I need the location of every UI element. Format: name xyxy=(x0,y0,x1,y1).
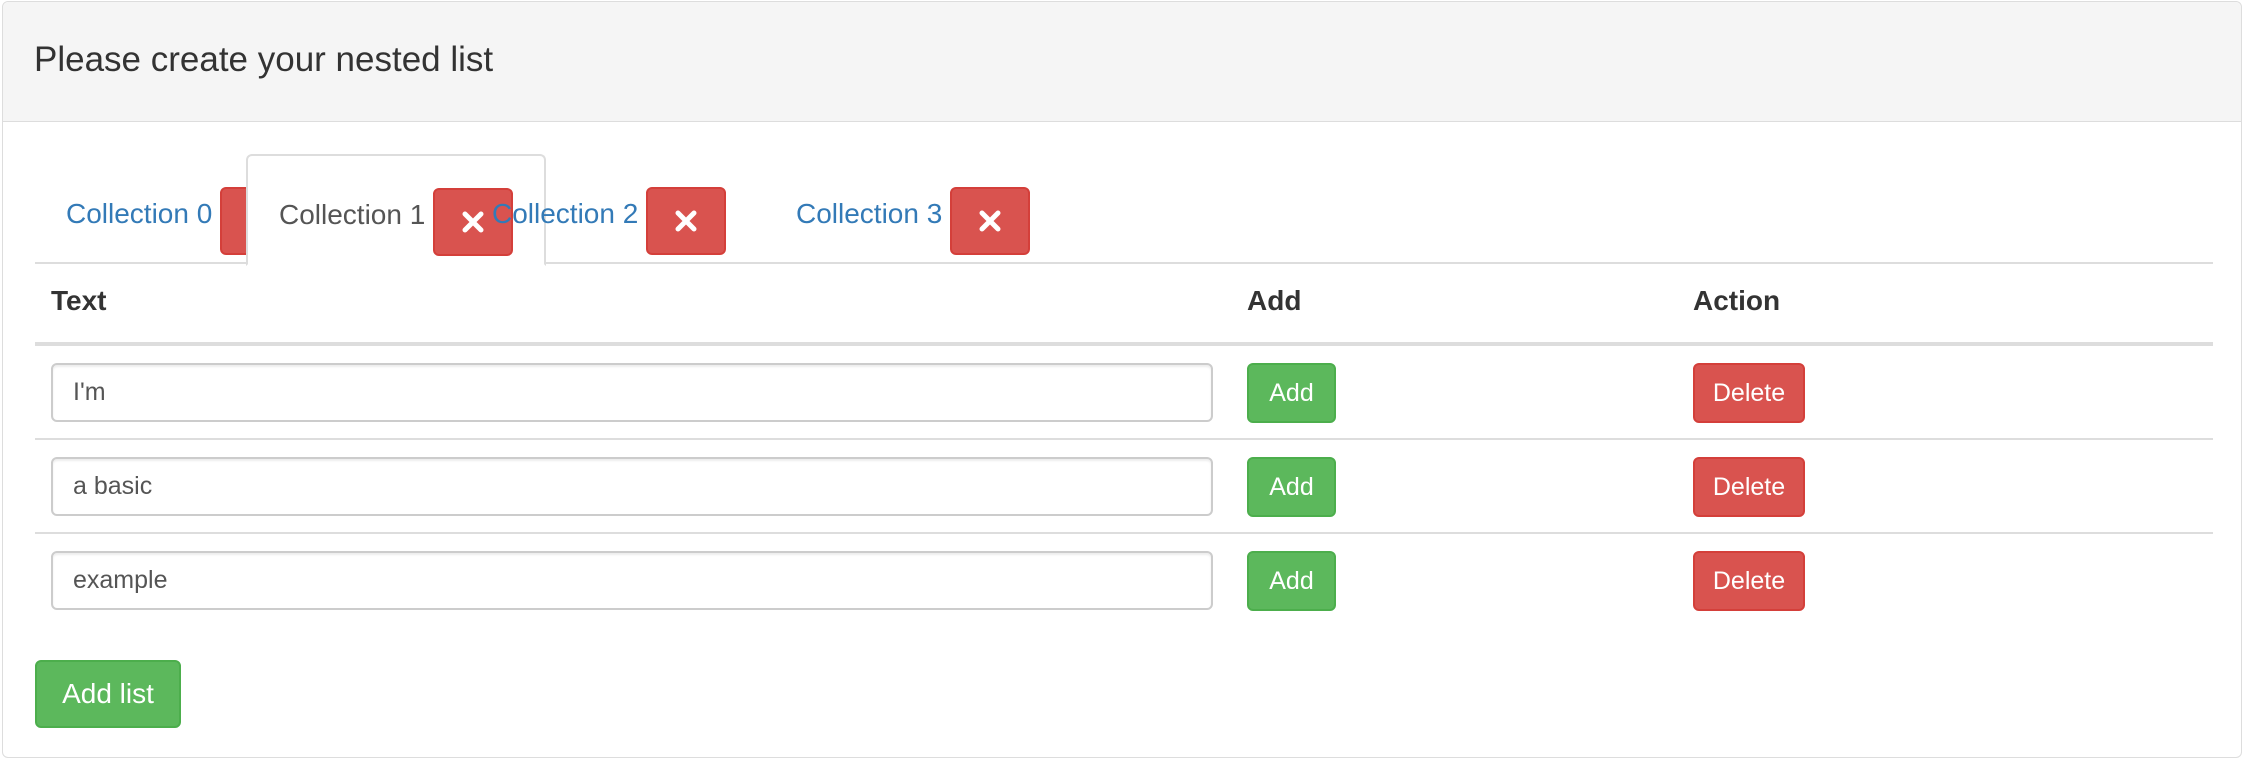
add-item-button[interactable]: Add xyxy=(1247,457,1336,517)
delete-item-button[interactable]: Delete xyxy=(1693,363,1805,423)
remove-collection-button[interactable] xyxy=(950,187,1031,255)
delete-item-button[interactable]: Delete xyxy=(1693,457,1805,517)
items-table: Text Add Action Add Delete Add Delete Ad… xyxy=(35,264,2213,626)
table-row: Add Delete xyxy=(35,440,2213,534)
panel-title: Please create your nested list xyxy=(34,39,494,79)
add-item-button[interactable]: Add xyxy=(1247,551,1336,611)
column-header-action: Action xyxy=(1693,285,1781,316)
add-item-button[interactable]: Add xyxy=(1247,363,1336,423)
tab-label[interactable]: Collection 2 xyxy=(492,198,638,230)
item-text-input[interactable] xyxy=(51,457,1213,516)
tab-label[interactable]: Collection 0 xyxy=(66,198,212,230)
add-list-button[interactable]: Add list xyxy=(35,660,181,728)
tab-label[interactable]: Collection 3 xyxy=(796,198,942,230)
remove-collection-button[interactable] xyxy=(646,187,727,255)
delete-item-button[interactable]: Delete xyxy=(1693,551,1805,611)
close-icon xyxy=(675,210,697,232)
collection-tabs: Collection 0 Collection 1 Collection 2 C… xyxy=(35,154,2213,266)
tab-collection-2[interactable]: Collection 2 xyxy=(461,154,757,264)
item-text-input[interactable] xyxy=(51,551,1213,610)
tab-label: Collection 1 xyxy=(279,199,426,230)
item-text-input[interactable] xyxy=(51,363,1213,422)
table-row: Add Delete xyxy=(35,346,2213,440)
table-row: Add Delete xyxy=(35,534,2213,626)
panel-heading: Please create your nested list xyxy=(3,2,2241,122)
column-header-text: Text xyxy=(51,285,107,316)
column-header-add: Add xyxy=(1247,285,1302,316)
close-icon xyxy=(979,210,1001,232)
tab-collection-3[interactable]: Collection 3 xyxy=(765,154,1061,264)
nested-list-panel: Please create your nested list Collectio… xyxy=(2,1,2242,758)
table-header: Text Add Action xyxy=(35,264,2213,346)
